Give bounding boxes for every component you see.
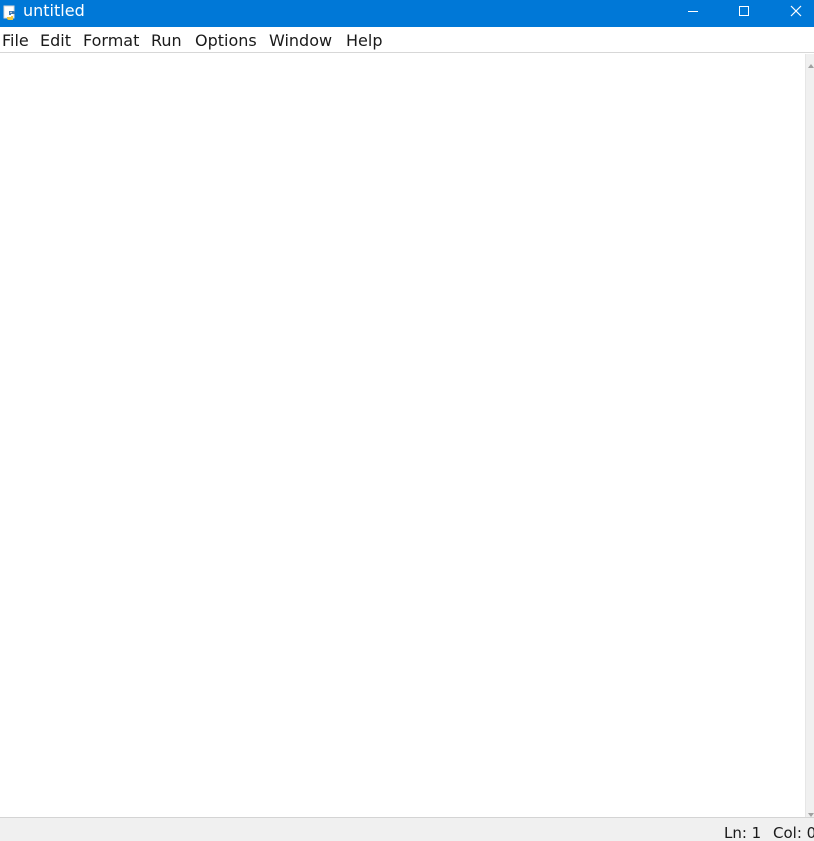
menu-help[interactable]: Help: [346, 31, 382, 51]
window-title: untitled: [23, 1, 85, 20]
close-button[interactable]: [773, 0, 814, 22]
vertical-scrollbar[interactable]: [805, 54, 814, 817]
maximize-button[interactable]: [721, 0, 767, 22]
column-number-status: Col: 0: [773, 824, 814, 841]
status-bar: Ln: 1 Col: 0: [0, 817, 814, 841]
idle-editor-window: untitled File Edit Format Run Options Wi…: [0, 0, 814, 841]
minimize-button[interactable]: [670, 0, 716, 22]
scroll-down-arrow-icon[interactable]: [807, 805, 814, 817]
menu-options[interactable]: Options: [195, 31, 257, 51]
menu-edit[interactable]: Edit: [40, 31, 71, 51]
scroll-up-arrow-icon[interactable]: [807, 56, 814, 68]
code-editor-area[interactable]: [0, 54, 805, 817]
python-idle-icon: [3, 5, 19, 21]
menu-window[interactable]: Window: [269, 31, 332, 51]
menu-run[interactable]: Run: [151, 31, 182, 51]
line-number-status: Ln: 1: [724, 824, 762, 841]
menu-file[interactable]: File: [2, 31, 29, 51]
title-bar[interactable]: untitled: [0, 0, 814, 27]
close-icon: [790, 2, 802, 21]
minimize-icon: [687, 2, 699, 21]
maximize-icon: [738, 2, 750, 21]
menu-bar: File Edit Format Run Options Window Help: [0, 27, 814, 53]
menu-format[interactable]: Format: [83, 31, 139, 51]
